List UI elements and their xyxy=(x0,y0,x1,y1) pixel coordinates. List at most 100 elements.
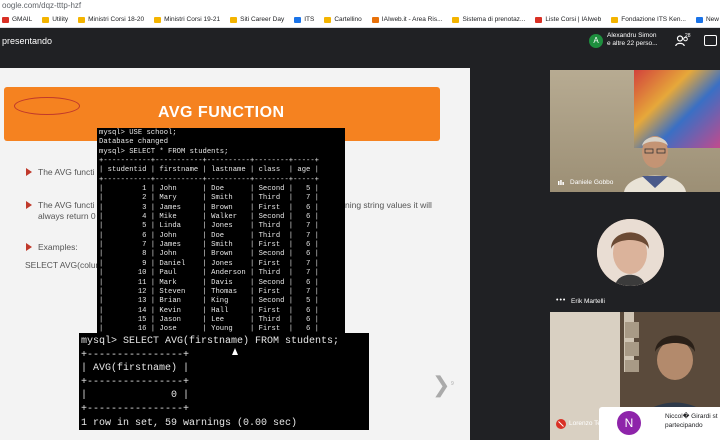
mouse-cursor-icon xyxy=(232,348,238,355)
people-count: 28 xyxy=(685,33,691,39)
bookmark-folder-icon xyxy=(371,16,379,23)
slide-title: AVG FUNCTION xyxy=(158,104,285,121)
bookmark-folder-icon xyxy=(611,16,619,23)
terminal-line: +----------------+ xyxy=(81,349,190,361)
bookmark-folder-icon xyxy=(695,16,703,23)
terminal-line: +-----------+-----------+----------+----… xyxy=(99,175,319,184)
terminal-line: | 13 | Brian | King | Second | 5 | xyxy=(99,297,319,306)
bullet-arrow-icon xyxy=(26,201,32,209)
presenter-info[interactable]: Alexandru Simon e altre 22 perso... xyxy=(607,32,669,48)
participant-avatar[interactable] xyxy=(597,219,664,286)
audio-level-icon xyxy=(558,180,564,185)
participant-name: Erik Martelli xyxy=(571,298,605,305)
terminal-line: mysql> SELECT AVG(firstname) FROM studen… xyxy=(81,336,340,347)
bullet-arrow-icon xyxy=(26,168,32,176)
slide-bullet-1: The AVG functi xyxy=(38,167,95,177)
terminal-line: | 2 | Mary | Smith | Third | 7 | xyxy=(99,194,319,203)
bookmark-folder-icon xyxy=(452,16,460,23)
bookmark-item[interactable]: Ministri Corsi 18-20 xyxy=(78,16,144,23)
slide-bullet-2-line2: always return 0 xyxy=(38,211,96,221)
terminal-line: | AVG(firstname) | xyxy=(81,363,190,375)
chat-icon[interactable] xyxy=(704,35,717,46)
bookmark-item[interactable]: Cartellino xyxy=(324,16,362,23)
participant-tile-1[interactable] xyxy=(550,70,720,192)
more-options-icon[interactable]: ••• xyxy=(556,297,566,304)
bookmark-folder-icon xyxy=(324,16,332,23)
terminal-line: | 9 | Daniel | Jones | First | 7 | xyxy=(99,259,319,268)
bookmark-item[interactable]: New Tab xyxy=(695,16,720,23)
terminal-line: | 12 | Steven | Thomas | First | 7 | xyxy=(99,287,319,296)
terminal-line: mysql> SELECT * FROM students; xyxy=(99,147,229,156)
bookmark-folder-icon xyxy=(2,16,9,23)
bookmark-item[interactable]: Liste Corsi | IAIweb xyxy=(535,16,601,23)
terminal-line: | 0 | xyxy=(81,390,190,402)
slide-bullet-2: The AVG functi xyxy=(38,200,95,210)
bookmark-folder-icon xyxy=(78,16,86,23)
bookmark-label: Ministri Corsi 18-20 xyxy=(88,16,145,23)
address-bar[interactable]: oogle.com/dqz-tttp-hzf xyxy=(0,0,720,12)
bookmark-label: Cartellino xyxy=(334,16,362,23)
slide-decoration-oval xyxy=(14,97,80,115)
bullet-arrow-icon xyxy=(26,243,32,251)
presenter-avatar[interactable]: A xyxy=(589,34,603,48)
bookmark-item[interactable]: ITS xyxy=(294,16,314,23)
join-notification-line1: Niccol� Girardi st xyxy=(665,413,718,420)
terminal-line: | 1 | John | Doe | Second | 5 | xyxy=(99,185,319,194)
bookmark-label: Sistema di prenotaz... xyxy=(462,16,526,23)
participant-name: Daniele Gobbo xyxy=(570,179,614,186)
mic-muted-icon xyxy=(556,419,566,429)
terminal-line: | 3 | James | Brown | First | 6 | xyxy=(99,203,319,212)
terminal-line: | 4 | Mike | Walker | Second | 6 | xyxy=(99,213,319,222)
participant-name: Lorenzo Te xyxy=(569,420,602,427)
join-notification-line2: partecipando xyxy=(665,422,703,429)
bookmark-folder-icon xyxy=(535,16,543,23)
terminal-line: | studentid | firstname | lastname | cla… xyxy=(99,166,319,175)
terminal-line: | 14 | Kevin | Hall | First | 6 | xyxy=(99,306,319,315)
screen: oogle.com/dqz-tttp-hzf GMAIL Utility Minis… xyxy=(0,0,720,440)
presenter-others: e altre 22 perso... xyxy=(607,40,658,47)
terminal-line: +-----------+-----------+----------+----… xyxy=(99,157,319,166)
joined-user-avatar: N xyxy=(617,411,641,435)
terminal-avg-query: mysql> SELECT AVG(firstname) FROM studen… xyxy=(79,333,369,430)
terminal-line: Database changed xyxy=(99,138,169,147)
bookmark-label: New Tab xyxy=(705,16,720,23)
presenter-name: Alexandru Simon xyxy=(607,32,657,39)
terminal-students-table: mysql> USE school; Database changed mysql>… xyxy=(97,128,345,348)
bookmark-label: IAIweb.it - Area Ris... xyxy=(381,16,443,23)
terminal-line: | 8 | John | Brown | Second | 6 | xyxy=(99,250,319,259)
bookmark-item[interactable]: GMAIL xyxy=(2,16,32,23)
bookmark-label: GMAIL xyxy=(12,16,33,23)
slide-bullet-2-end: ning string values it will xyxy=(345,200,432,210)
next-slide-icon[interactable]: ❯ xyxy=(432,372,450,398)
slide-example-code: SELECT AVG(colum xyxy=(25,260,103,270)
bookmark-item[interactable]: Ministri Corsi 19-21 xyxy=(154,16,220,23)
bookmark-label: Fondazione ITS Ken... xyxy=(621,16,686,23)
bookmark-folder-icon xyxy=(230,16,238,23)
join-notification-text: Niccol� Girardi st partecipando xyxy=(665,412,718,430)
bookmarks-bar: GMAIL Utility Ministri Corsi 18-20 Ministri… xyxy=(0,12,720,28)
terminal-line: | 15 | Jason | Lee | Third | 6 | xyxy=(99,315,319,324)
bookmark-item[interactable]: IAIweb.it - Area Ris... xyxy=(371,16,443,23)
participant-video xyxy=(624,136,686,192)
bookmark-label: ITS xyxy=(304,16,315,23)
terminal-line: +----------------+ xyxy=(81,376,190,388)
bookmark-item[interactable]: Siti Career Day xyxy=(230,16,284,23)
bookmark-item[interactable]: Sistema di prenotaz... xyxy=(452,16,525,23)
terminal-line: | 5 | Linda | Jones | Third | 7 | xyxy=(99,222,319,231)
presenting-status: presentando xyxy=(2,36,53,46)
bookmark-folder-icon xyxy=(42,16,50,23)
bookmark-item[interactable]: Fondazione ITS Ken... xyxy=(611,16,686,23)
bookmark-item[interactable]: Utility xyxy=(42,16,68,23)
terminal-line: 1 row in set, 59 warnings (0.00 sec) xyxy=(81,417,298,429)
terminal-line: | 10 | Paul | Anderson | Third | 7 | xyxy=(99,269,319,278)
slide-page-number: 9 xyxy=(451,381,454,387)
terminal-line: | 7 | James | Smith | First | 6 | xyxy=(99,241,319,250)
bookmark-folder-icon xyxy=(294,16,302,23)
bookmark-label: Utility xyxy=(52,16,69,23)
slide-examples-label: Examples: xyxy=(38,242,78,252)
bookmark-label: Ministri Corsi 19-21 xyxy=(164,16,221,23)
terminal-line: mysql> USE school; xyxy=(99,129,177,137)
terminal-line: +----------------+ xyxy=(81,403,190,415)
terminal-line: | 11 | Mark | Davis | Second | 6 | xyxy=(99,278,319,287)
bookmark-label: Siti Career Day xyxy=(240,16,285,23)
